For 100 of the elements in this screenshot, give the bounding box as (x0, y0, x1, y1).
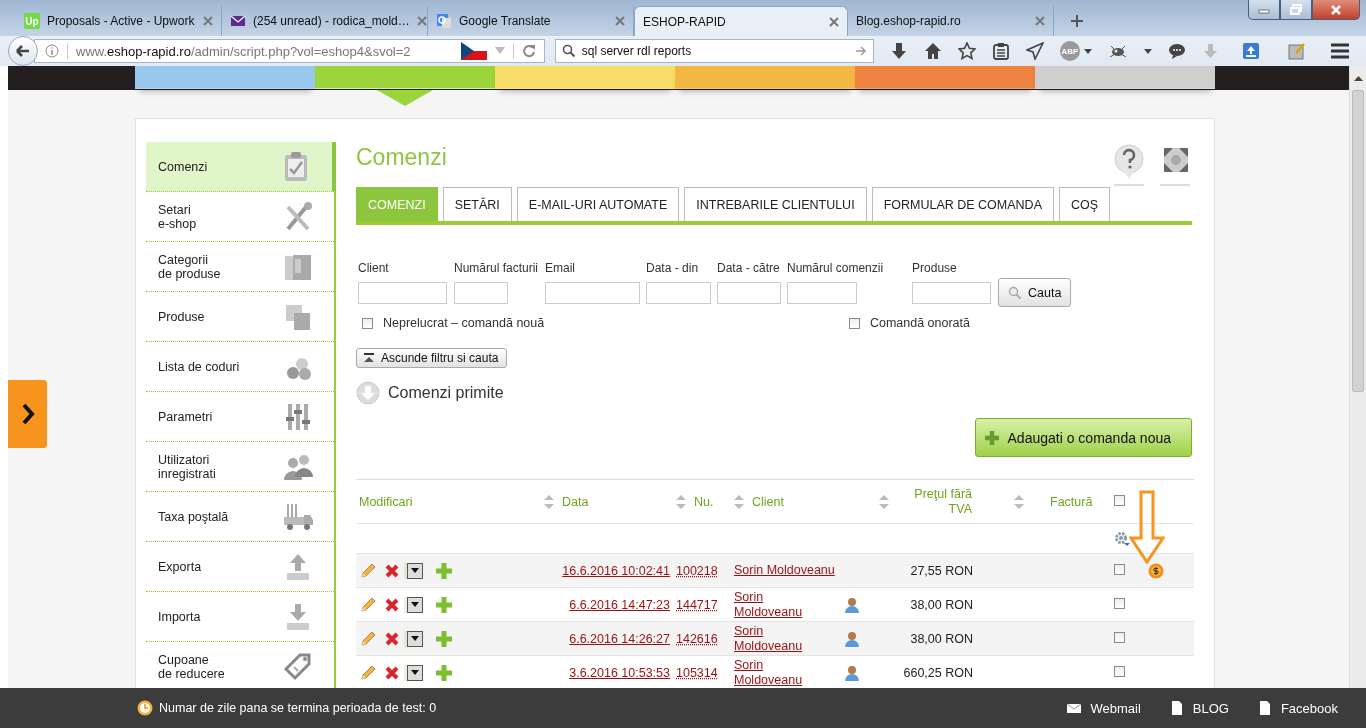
sidebar-item[interactable]: Setari e-shop (146, 192, 334, 242)
sort-icon[interactable] (544, 493, 554, 510)
date-link[interactable]: 16.6.2016 10:02:41 (562, 563, 670, 578)
tab[interactable]: SETĂRI (442, 187, 512, 221)
sidebar-item[interactable]: Exporta (146, 542, 334, 592)
delete-icon[interactable] (384, 596, 400, 613)
bug-icon[interactable] (1108, 43, 1128, 59)
client-link[interactable]: Sorin Moldoveanu (734, 589, 814, 620)
footer-link[interactable]: Webmail (1066, 700, 1141, 716)
side-toggle-button[interactable] (8, 380, 47, 448)
date-link[interactable]: 6.6.2016 14:26:27 (569, 631, 670, 646)
pencil-icon[interactable] (359, 663, 377, 682)
checkbox[interactable] (848, 317, 860, 329)
add-icon[interactable] (435, 561, 453, 580)
client-link[interactable]: Sorin Moldoveanu (734, 657, 814, 688)
home-icon[interactable] (924, 42, 942, 60)
browser-tab[interactable]: ESHOP-RAPID (634, 6, 848, 36)
tab[interactable]: E-MAIL-URI AUTOMATE (516, 187, 680, 221)
close-window-button[interactable] (1312, 0, 1360, 20)
checkbox[interactable] (1114, 665, 1125, 677)
date-link[interactable]: 6.6.2016 14:47:23 (569, 597, 670, 612)
close-icon[interactable] (1035, 16, 1045, 26)
go-arrow-icon[interactable] (855, 45, 867, 57)
address-bar[interactable]: www.eshop-rapid.ro/admin/script.php?vol=eshop4&svol=2 (34, 39, 545, 63)
tab[interactable]: INTREBARILE CLIENTULUI (684, 187, 867, 221)
reading-list-icon[interactable] (992, 42, 1010, 60)
new-tab-icon[interactable] (1070, 14, 1084, 28)
scroll-up-icon[interactable] (1353, 75, 1363, 81)
delete-icon[interactable] (384, 630, 400, 647)
dropdown-button[interactable] (407, 596, 423, 613)
chat-icon[interactable] (1168, 42, 1186, 60)
order-number-link[interactable]: 100218 (676, 563, 718, 578)
add-order-button[interactable]: Adaugati o comanda noua (974, 418, 1192, 457)
upload-box-icon[interactable] (1242, 42, 1260, 60)
search-button[interactable]: Cauta (998, 278, 1072, 307)
scrollbar-thumb[interactable] (1352, 90, 1364, 392)
paper-plane-icon[interactable] (1026, 42, 1044, 60)
sidebar-item[interactable]: Parametri (146, 392, 334, 442)
input-field[interactable] (787, 282, 858, 304)
tab[interactable]: COŞ (1058, 187, 1111, 221)
checkbox[interactable] (362, 317, 373, 329)
gear-icon[interactable] (1114, 530, 1130, 547)
help-icon[interactable] (1112, 144, 1146, 186)
client-link[interactable]: Sorin Moldoveanu (734, 623, 814, 654)
caret-icon[interactable] (1084, 48, 1092, 54)
caret-icon[interactable] (1144, 48, 1152, 54)
sort-icon[interactable] (879, 493, 889, 510)
sidebar-item[interactable]: Taxa poştală (146, 492, 334, 542)
checkbox[interactable] (1114, 563, 1125, 575)
checkbox[interactable] (1114, 494, 1125, 506)
input-field[interactable] (912, 282, 992, 304)
pencil-icon[interactable] (359, 561, 377, 580)
date-link[interactable]: 3.6.2016 10:53:53 (569, 665, 670, 680)
close-icon[interactable] (829, 16, 839, 27)
checkbox[interactable] (1114, 597, 1125, 609)
reload-icon[interactable] (521, 44, 536, 58)
download-icon[interactable] (890, 42, 908, 60)
back-button[interactable] (8, 36, 38, 66)
input-field[interactable] (358, 282, 447, 304)
user-icon[interactable] (845, 630, 859, 647)
add-icon[interactable] (435, 595, 453, 614)
dropdown-button[interactable] (407, 664, 423, 681)
notepad-icon[interactable] (1288, 42, 1306, 60)
dropdown-button[interactable] (407, 562, 423, 579)
sidebar-item[interactable]: Utilizatori inregistrati (146, 442, 334, 492)
browser-tab[interactable]: (254 unread) - rodica_mold… (222, 6, 428, 36)
dropdown-icon[interactable] (494, 47, 505, 55)
hide-filter-button[interactable]: Ascunde filtru si cauta (356, 348, 508, 368)
checkbox[interactable] (1114, 631, 1125, 643)
minimize-button[interactable] (1248, 0, 1280, 20)
order-number-link[interactable]: 144717 (676, 597, 718, 612)
close-icon[interactable] (615, 16, 625, 26)
input-field[interactable] (717, 282, 782, 304)
tab[interactable]: FORMULAR DE COMANDA (871, 187, 1054, 221)
add-icon[interactable] (435, 629, 453, 648)
search-field[interactable]: sql server rdl reports (554, 39, 874, 63)
menu-icon[interactable] (1330, 42, 1350, 60)
user-icon[interactable] (845, 596, 859, 613)
sidebar-item[interactable]: Categorii de produse (146, 242, 334, 292)
sidebar-item[interactable]: Lista de coduri (146, 342, 334, 392)
input-field[interactable] (646, 282, 712, 304)
user-icon[interactable] (845, 664, 859, 681)
sort-icon[interactable] (734, 493, 744, 510)
delete-icon[interactable] (384, 664, 400, 681)
order-number-link[interactable]: 142616 (676, 631, 718, 646)
browser-tab[interactable]: Up Proposals - Active - Upwork (16, 6, 222, 36)
sort-icon[interactable] (1014, 493, 1024, 510)
close-icon[interactable] (203, 16, 213, 26)
sidebar-item[interactable]: Comenzi (146, 142, 336, 192)
restore-button[interactable] (1280, 0, 1312, 20)
dropdown-button[interactable] (407, 630, 423, 647)
sort-icon[interactable] (676, 493, 686, 510)
client-link[interactable]: Sorin Moldoveanu (734, 563, 835, 578)
close-icon[interactable] (416, 16, 427, 26)
footer-link[interactable]: BLOG (1168, 700, 1229, 716)
add-icon[interactable] (435, 663, 453, 682)
input-field[interactable] (454, 282, 508, 304)
footer-link[interactable]: Facebook (1256, 700, 1338, 716)
star-icon[interactable] (958, 42, 976, 60)
sidebar-item[interactable]: Importa (146, 592, 334, 642)
